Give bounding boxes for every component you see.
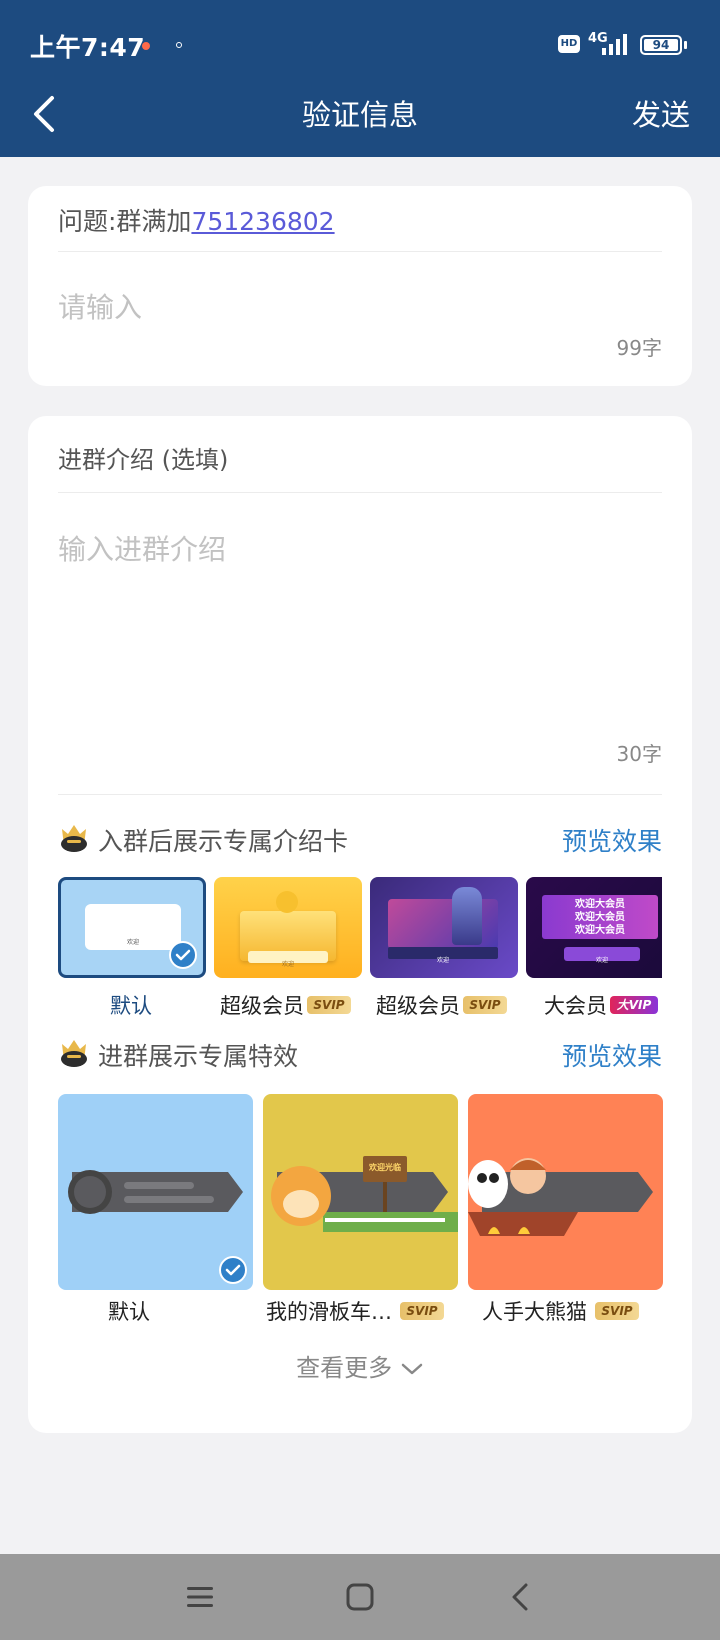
intro-card-option-svip-purple[interactable]: 欢迎: [370, 877, 518, 978]
card-label-text: 超级会员: [220, 994, 304, 1018]
intro-card-preview-link[interactable]: 预览效果: [562, 822, 662, 858]
svip-badge: SVIP: [463, 996, 507, 1014]
battery-level: 94: [644, 39, 678, 51]
card-preview-banner-text: 欢迎大会员 欢迎大会员 欢迎大会员: [542, 895, 658, 939]
system-nav-bar: [0, 1554, 720, 1640]
system-back-button[interactable]: [495, 1572, 545, 1622]
intro-card-section-header: 入群后展示专属介绍卡 预览效果: [58, 820, 662, 860]
battery-tip: [684, 41, 687, 49]
effect-sign-text: 欢迎光临: [369, 1163, 401, 1172]
effect-label-text: 人手大熊猫: [482, 1300, 587, 1324]
banner-line: 欢迎大会员: [575, 899, 625, 910]
see-more-link[interactable]: 查看更多: [28, 1348, 692, 1383]
effect-preview-panda: [468, 1158, 653, 1236]
card-preview-text: 欢迎: [281, 961, 294, 968]
question-prefix: 问题:群满加: [58, 207, 192, 236]
card-label-bigvip: 大会员 大VIP: [544, 990, 658, 1020]
intro-card-option-default[interactable]: 欢迎: [58, 877, 206, 978]
card-preview-bubble: 欢迎: [85, 904, 181, 950]
chevron-down-icon: [401, 1363, 423, 1375]
card-label-default: 默认: [110, 990, 152, 1020]
selected-check-icon: [169, 941, 197, 969]
effect-section-header: 进群展示专属特效 预览效果: [58, 1035, 662, 1075]
intro-label: 进群介绍 (选填): [58, 446, 229, 474]
effect-label-text: 我的滑板车…: [266, 1300, 392, 1324]
card-label-text: 默认: [110, 994, 152, 1018]
signal-icon: [602, 34, 627, 55]
card-preview-text: 欢迎: [126, 939, 139, 946]
notification-dot-icon: [142, 42, 150, 50]
card-label-svip-gold: 超级会员 SVIP: [220, 990, 351, 1020]
see-more-label: 查看更多: [296, 1354, 393, 1382]
back-arrow-icon: [512, 1583, 528, 1611]
divider: [58, 492, 662, 493]
card-preview-bar: 欢迎: [248, 951, 328, 968]
status-bar: 上午7:47 HD 4G 94: [0, 0, 720, 86]
mascot-icon: [276, 891, 298, 913]
banner-line: 欢迎大会员: [575, 925, 625, 936]
effect-label-text: 默认: [108, 1300, 150, 1324]
menu-icon: [187, 1587, 213, 1607]
card-label-text: 超级会员: [376, 994, 460, 1018]
effect-list: 欢迎光临: [58, 1094, 663, 1290]
selected-check-icon: [219, 1256, 247, 1284]
intro-card-option-bigvip[interactable]: 欢迎大会员 欢迎大会员 欢迎大会员 欢迎: [526, 877, 662, 978]
banner-line: 欢迎大会员: [575, 912, 625, 923]
effect-section-title: 进群展示专属特效: [98, 1042, 299, 1071]
hd-badge: HD: [558, 35, 580, 53]
character-figure-icon: [452, 887, 482, 945]
effect-preview-scooter: [271, 1156, 458, 1232]
card-preview-text: 欢迎: [436, 957, 449, 964]
home-button[interactable]: [335, 1572, 385, 1622]
intro-card-labels: 默认 超级会员 SVIP 超级会员 SVIP 大会员 大VIP: [58, 990, 662, 1026]
effect-option-default[interactable]: [58, 1094, 253, 1290]
menu-button[interactable]: [175, 1572, 225, 1622]
svip-badge: SVIP: [400, 1302, 444, 1320]
divider: [58, 794, 662, 795]
effect-label-default: 默认: [108, 1296, 150, 1326]
bigvip-badge: 大VIP: [610, 996, 658, 1014]
divider: [58, 251, 662, 252]
effect-option-panda[interactable]: [468, 1094, 663, 1290]
question-text: 问题:群满加751236802: [58, 202, 335, 238]
page-title: 验证信息: [301, 98, 418, 132]
intro-card-option-svip-gold[interactable]: 欢迎: [214, 877, 362, 978]
effect-labels: 默认 我的滑板车… SVIP 人手大熊猫 SVIP: [58, 1296, 662, 1332]
battery-icon: 94: [640, 35, 682, 55]
home-square-icon: [346, 1583, 374, 1611]
question-id-link[interactable]: 751236802: [191, 207, 334, 236]
card-preview-text: 欢迎: [595, 957, 608, 964]
effect-label-scooter: 我的滑板车… SVIP: [266, 1296, 444, 1326]
card-label-svip-purple: 超级会员 SVIP: [376, 990, 507, 1020]
answer-input[interactable]: 请输入: [58, 286, 142, 326]
effect-preview-link[interactable]: 预览效果: [562, 1037, 662, 1073]
intro-input[interactable]: 输入进群介绍: [58, 528, 226, 568]
intro-card-list: 欢迎 欢迎 欢迎 欢迎大会员 欢迎大会员 欢迎大会员 欢迎: [58, 877, 662, 987]
notification-ring-icon: [176, 42, 182, 48]
card-preview-bar: 欢迎: [388, 947, 498, 964]
intro-card: 进群介绍 (选填) 输入进群介绍 30字 入群后展示专属介绍卡 预览效果 欢迎 …: [28, 416, 692, 1433]
send-button[interactable]: 发送: [632, 92, 690, 134]
status-time: 上午7:47: [30, 33, 146, 62]
answer-char-counter: 99字: [616, 336, 662, 360]
effect-label-panda: 人手大熊猫 SVIP: [482, 1296, 639, 1326]
svip-badge: SVIP: [595, 1302, 639, 1320]
effect-option-scooter[interactable]: 欢迎光临: [263, 1094, 458, 1290]
svip-badge: SVIP: [307, 996, 351, 1014]
app-header: 上午7:47 HD 4G 94 验证信息 发送: [0, 0, 720, 157]
card-label-text: 大会员: [544, 994, 607, 1018]
nav-bar: 验证信息 发送: [0, 86, 720, 157]
intro-card-section-title: 入群后展示专属介绍卡: [98, 827, 349, 856]
card-preview-bar: 欢迎: [564, 947, 640, 964]
crown-icon: [61, 825, 87, 852]
question-card: 问题:群满加751236802 请输入 99字: [28, 186, 692, 386]
crown-icon: [61, 1040, 87, 1067]
intro-char-counter: 30字: [616, 742, 662, 766]
